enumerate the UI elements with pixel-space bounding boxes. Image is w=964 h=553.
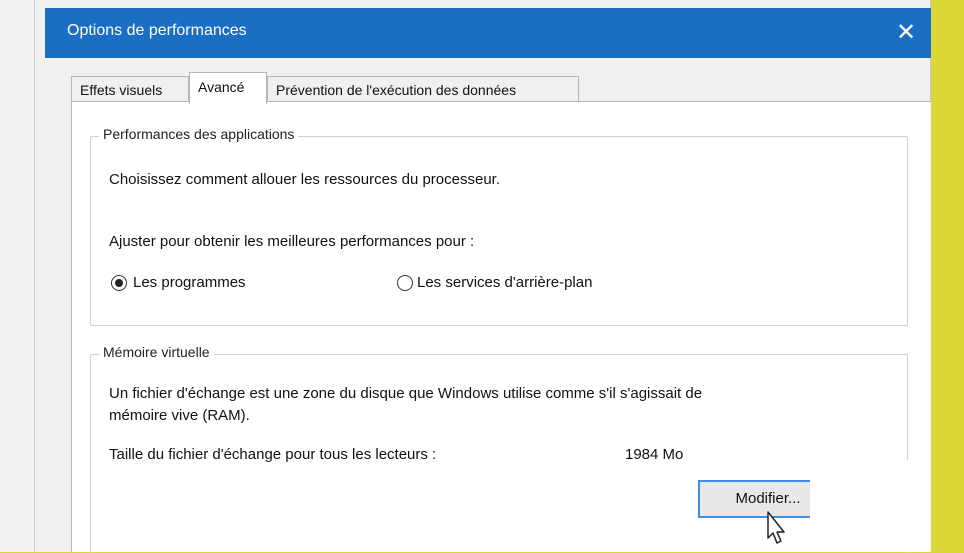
app-performance-group: Performances des applications Choisissez… [90, 126, 908, 326]
adjust-for-label: Ajuster pour obtenir les meilleures perf… [109, 233, 475, 250]
group-title: Performances des applications [99, 126, 299, 142]
cpu-allocation-description: Choisissez comment allouer les ressource… [109, 171, 501, 188]
paging-file-size-label: Taille du fichier d'échange pour tous le… [109, 446, 437, 463]
left-margin [0, 0, 34, 552]
programs-radio-label[interactable]: Les programmes [133, 274, 246, 291]
mouse-pointer-icon [767, 511, 785, 544]
programs-radio[interactable] [111, 275, 127, 291]
tab-data-execution-prevention[interactable]: Prévention de l'exécution des données [267, 76, 579, 102]
tab-visual-effects[interactable]: Effets visuels [71, 76, 189, 102]
background-frame: Options de performances ✕ Effets visuels… [0, 0, 964, 553]
tab-label: Effets visuels [80, 82, 163, 98]
right-margin [931, 0, 964, 552]
performance-options-dialog: Options de performances ✕ Effets visuels… [34, 0, 945, 553]
tab-label: Avancé [198, 79, 245, 95]
virtual-memory-description-line2: mémoire vive (RAM). [109, 407, 250, 424]
tab-advanced[interactable]: Avancé [189, 72, 267, 104]
window-title: Options de performances [67, 22, 247, 39]
title-bar[interactable]: Options de performances ✕ [45, 8, 935, 58]
paging-file-size-value: 1984 Mo [625, 446, 684, 463]
tab-label: Prévention de l'exécution des données [276, 82, 517, 98]
virtual-memory-description-line1: Un fichier d'échange est une zone du dis… [109, 385, 703, 402]
group-title: Mémoire virtuelle [99, 344, 214, 360]
tab-strip: Effets visuels Avancé Prévention de l'ex… [71, 72, 931, 104]
background-services-radio-label[interactable]: Les services d'arrière-plan [417, 274, 592, 291]
background-services-radio[interactable] [397, 275, 413, 291]
close-icon[interactable]: ✕ [891, 18, 921, 48]
